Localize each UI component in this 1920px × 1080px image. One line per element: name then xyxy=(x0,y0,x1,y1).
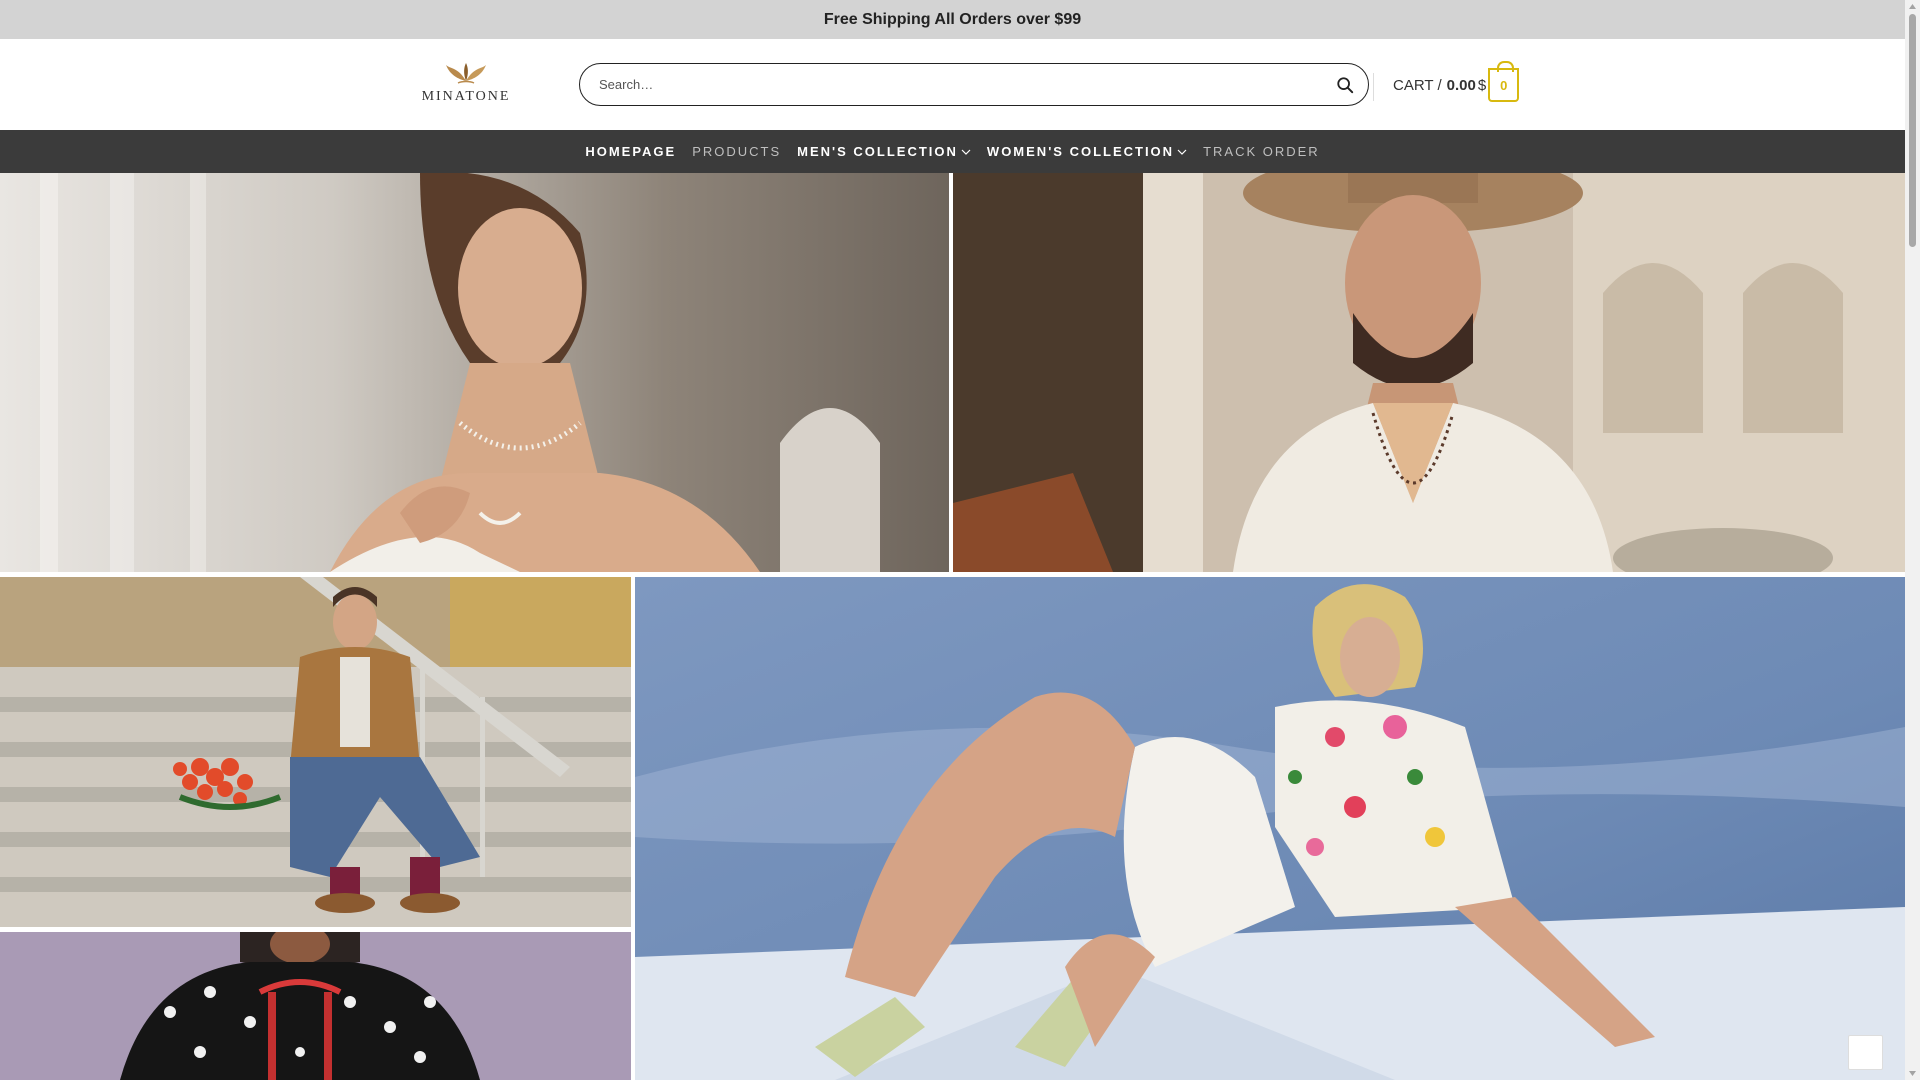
scrollbar-thumb[interactable] xyxy=(1909,14,1916,247)
nav-item-track-order[interactable]: TRACK ORDER xyxy=(1202,144,1321,159)
nav-item-mens-collection[interactable]: MEN'S COLLECTION xyxy=(796,144,972,159)
photo-image xyxy=(953,173,1905,572)
nav-label: PRODUCTS xyxy=(692,144,782,159)
site-header: MINATONE CART / 0.00 $ 0 xyxy=(0,39,1905,130)
cart-bag-icon[interactable]: 0 xyxy=(1488,61,1520,102)
brand-logo[interactable]: MINATONE xyxy=(418,61,514,111)
search-input[interactable] xyxy=(599,77,1336,92)
photo-image xyxy=(0,577,631,927)
nav-item-homepage[interactable]: HOMEPAGE xyxy=(584,144,677,159)
cart-link[interactable]: CART / 0.00 $ 0 xyxy=(1393,61,1520,102)
main-nav: HOMEPAGE PRODUCTS MEN'S COLLECTION WOMEN… xyxy=(0,130,1905,173)
nav-label: HOMEPAGE xyxy=(585,144,677,159)
man-on-stairs-with-roses-photo[interactable] xyxy=(0,577,631,927)
woman-floral-suit-photo[interactable] xyxy=(635,577,1905,1080)
chevron-down-icon xyxy=(1177,149,1187,155)
nav-label: TRACK ORDER xyxy=(1203,144,1320,159)
page-scrollbar[interactable] xyxy=(1905,0,1920,1080)
cart-currency: $ xyxy=(1477,76,1487,94)
nav-label: WOMEN'S COLLECTION xyxy=(986,144,1175,159)
nav-item-products[interactable]: PRODUCTS xyxy=(691,144,782,159)
cart-label: CART / xyxy=(1393,76,1442,94)
brand-name: MINATONE xyxy=(421,89,511,104)
announcement-bar: Free Shipping All Orders over $99 xyxy=(0,0,1905,39)
cart-count: 0 xyxy=(1500,77,1508,93)
cart-amount: 0.00 xyxy=(1446,76,1476,94)
photo-image xyxy=(0,173,949,572)
announcement-text: Free Shipping All Orders over $99 xyxy=(823,10,1082,28)
bird-logo-icon xyxy=(446,63,486,84)
search-icon[interactable] xyxy=(1336,76,1354,94)
nav-label: MEN'S COLLECTION xyxy=(797,144,958,159)
scroll-up-arrow-icon[interactable] xyxy=(1908,2,1917,11)
search-box xyxy=(579,63,1369,106)
back-to-top-button[interactable] xyxy=(1848,1035,1883,1070)
man-straw-hat-photo[interactable] xyxy=(953,173,1905,572)
photo-image xyxy=(635,577,1905,1080)
photo-image xyxy=(0,932,631,1080)
woman-polka-dot-photo[interactable] xyxy=(0,932,631,1080)
header-divider xyxy=(1373,73,1374,101)
nav-item-womens-collection[interactable]: WOMEN'S COLLECTION xyxy=(986,144,1188,159)
bride-pearl-necklace-photo[interactable] xyxy=(0,173,949,572)
chevron-down-icon xyxy=(961,149,971,155)
scroll-down-arrow-icon[interactable] xyxy=(1908,1069,1917,1078)
